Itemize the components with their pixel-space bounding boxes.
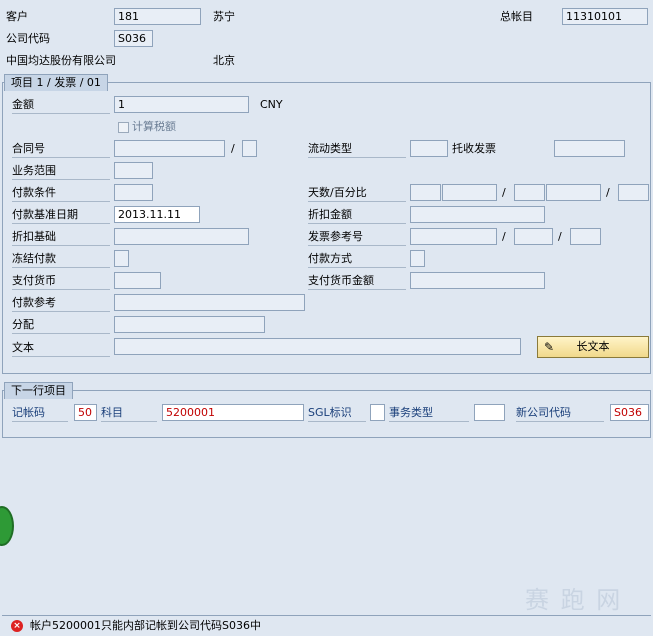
business-area-label: 业务范围 bbox=[12, 163, 110, 180]
new-company-code-label: 新公司代码 bbox=[516, 405, 604, 422]
customer-label: 客户 bbox=[6, 10, 28, 23]
calc-tax-label: 计算税额 bbox=[132, 120, 176, 133]
percent2-field[interactable] bbox=[546, 184, 601, 201]
long-text-button[interactable]: ✎ 长文本 bbox=[537, 336, 649, 358]
days-slash-1: / bbox=[502, 186, 506, 199]
invoice-ref-item-field[interactable] bbox=[570, 228, 601, 245]
payment-method-field[interactable] bbox=[410, 250, 425, 267]
invoice-ref-slash-1: / bbox=[502, 230, 506, 243]
new-company-code-field[interactable]: S036 bbox=[610, 404, 649, 421]
posting-key-label: 记帐码 bbox=[12, 405, 68, 422]
contract-item-field[interactable] bbox=[242, 140, 257, 157]
payment-method-label: 付款方式 bbox=[308, 251, 406, 268]
assignment-label: 分配 bbox=[12, 317, 110, 334]
item-group-title: 项目 1 / 发票 / 01 bbox=[4, 74, 108, 91]
baseline-date-field[interactable]: 2013.11.11 bbox=[114, 206, 200, 223]
company-code-field[interactable]: S036 bbox=[114, 30, 153, 47]
customer-name: 苏宁 bbox=[213, 10, 235, 23]
text-field[interactable] bbox=[114, 338, 521, 355]
days2-field[interactable] bbox=[514, 184, 545, 201]
account-field[interactable]: 5200001 bbox=[162, 404, 304, 421]
flow-type-label: 流动类型 bbox=[308, 141, 406, 158]
text-label: 文本 bbox=[12, 340, 110, 357]
error-icon: × bbox=[11, 620, 23, 632]
transaction-type-field[interactable] bbox=[474, 404, 505, 421]
payment-ref-label: 付款参考 bbox=[12, 295, 110, 312]
invoice-ref-label: 发票参考号 bbox=[308, 229, 406, 246]
days-slash-2: / bbox=[606, 186, 610, 199]
days3-field[interactable] bbox=[618, 184, 649, 201]
days1-field[interactable] bbox=[410, 184, 441, 201]
long-text-button-label: 长文本 bbox=[576, 340, 610, 353]
next-item-title: 下一行项目 bbox=[4, 382, 73, 399]
calc-tax-checkbox[interactable] bbox=[118, 122, 129, 133]
sgl-indicator-label: SGL标识 bbox=[308, 405, 366, 422]
company-name: 中国均达股份有限公司 bbox=[6, 54, 116, 67]
assignment-field[interactable] bbox=[114, 316, 265, 333]
status-message[interactable]: 帐户5200001只能内部记帐到公司代码S036中 bbox=[30, 616, 261, 636]
days-percent-label: 天数/百分比 bbox=[308, 185, 406, 202]
baseline-date-label: 付款基准日期 bbox=[12, 207, 110, 224]
contract-slash: / bbox=[231, 142, 235, 155]
watermark: 赛 跑 网 bbox=[525, 586, 623, 614]
sgl-indicator-field[interactable] bbox=[370, 404, 385, 421]
amount-label: 金额 bbox=[12, 97, 110, 114]
invoice-ref-year-field[interactable] bbox=[514, 228, 553, 245]
payment-ref-field[interactable] bbox=[114, 294, 305, 311]
flow-type-field[interactable] bbox=[410, 140, 448, 157]
green-status-indicator[interactable] bbox=[0, 506, 14, 546]
payment-currency-amount-label: 支付货币金额 bbox=[308, 273, 406, 290]
invoice-ref-slash-2: / bbox=[558, 230, 562, 243]
payment-block-label: 冻结付款 bbox=[12, 251, 110, 268]
payment-currency-field[interactable] bbox=[114, 272, 161, 289]
posting-key-field[interactable]: 50 bbox=[74, 404, 97, 421]
gl-account-label: 总帐目 bbox=[500, 10, 533, 23]
account-label: 科目 bbox=[101, 405, 157, 422]
transaction-type-label: 事务类型 bbox=[389, 405, 469, 422]
pencil-icon: ✎ bbox=[544, 340, 555, 354]
discount-base-field[interactable] bbox=[114, 228, 249, 245]
contract-label: 合同号 bbox=[12, 141, 110, 158]
invoice-ref-field[interactable] bbox=[410, 228, 497, 245]
payment-terms-label: 付款条件 bbox=[12, 185, 110, 202]
customer-field[interactable]: 181 bbox=[114, 8, 201, 25]
payment-terms-field[interactable] bbox=[114, 184, 153, 201]
payment-block-field[interactable] bbox=[114, 250, 129, 267]
gl-account-field[interactable]: 11310101 bbox=[562, 8, 648, 25]
discount-base-label: 折扣基础 bbox=[12, 229, 110, 246]
collection-invoice-field[interactable] bbox=[554, 140, 625, 157]
payment-currency-amount-field[interactable] bbox=[410, 272, 545, 289]
collection-invoice-label: 托收发票 bbox=[452, 142, 496, 155]
business-area-field[interactable] bbox=[114, 162, 153, 179]
company-code-label: 公司代码 bbox=[6, 32, 50, 45]
currency-label: CNY bbox=[260, 98, 283, 111]
discount-amount-label: 折扣金额 bbox=[308, 207, 406, 224]
payment-currency-label: 支付货币 bbox=[12, 273, 110, 290]
amount-field[interactable]: 1 bbox=[114, 96, 249, 113]
city-label: 北京 bbox=[213, 54, 235, 67]
percent1-field[interactable] bbox=[442, 184, 497, 201]
status-bar: × 帐户5200001只能内部记帐到公司代码S036中 bbox=[2, 615, 651, 636]
contract-field[interactable] bbox=[114, 140, 225, 157]
discount-amount-field[interactable] bbox=[410, 206, 545, 223]
